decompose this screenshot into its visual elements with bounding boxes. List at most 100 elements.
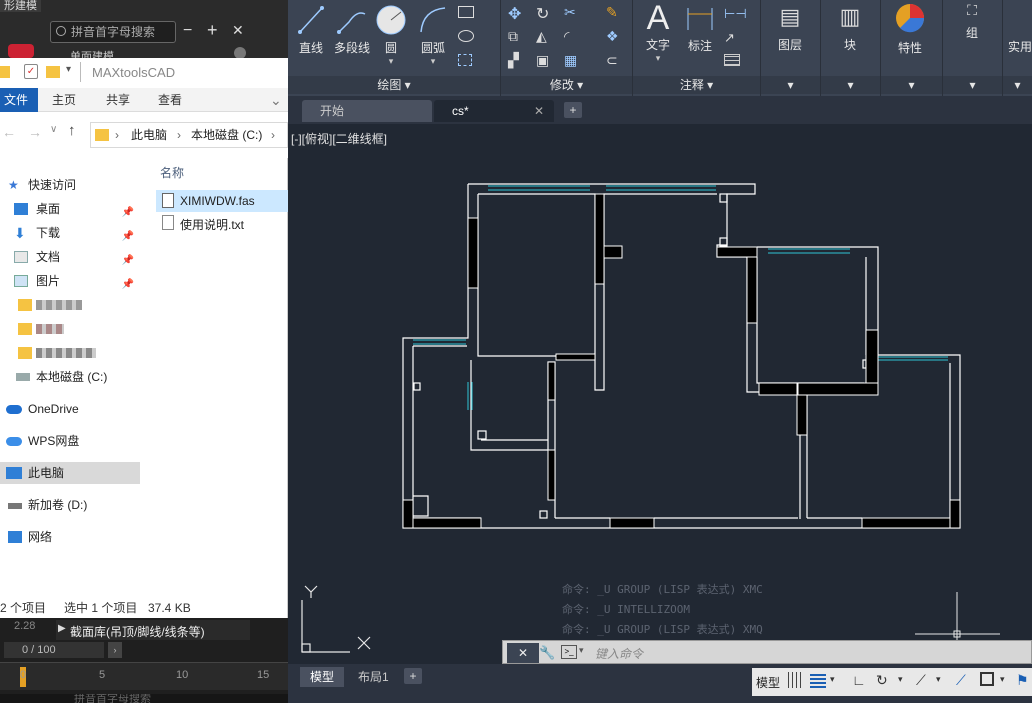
nav-item-this-pc[interactable]: 此电脑 — [0, 462, 140, 484]
chevron-down-icon[interactable]: ▾ — [374, 56, 408, 67]
group-modify[interactable]: 修改 ▾ — [501, 76, 632, 94]
up-icon[interactable]: ↑ — [68, 122, 76, 139]
grid-icon[interactable] — [788, 672, 804, 688]
nav-item-network[interactable]: 网络 — [0, 526, 140, 548]
chevron-down-icon[interactable]: ▾ — [66, 64, 71, 75]
group-layers[interactable]: ▾ — [761, 76, 820, 94]
ortho-icon[interactable]: ∟ — [852, 672, 866, 688]
column-header-name[interactable]: 名称 — [160, 164, 184, 181]
linear-dim-icon[interactable]: ⊢⊣ — [724, 6, 747, 22]
pin-icon[interactable]: 📌 — [122, 226, 134, 248]
tab-layout1[interactable]: 布局1 — [348, 667, 399, 687]
nav-item-folder[interactable] — [0, 318, 140, 340]
osnap-icon[interactable]: ⟋ — [916, 672, 926, 689]
close-icon[interactable]: ✕ — [534, 100, 544, 122]
nav-item-drive-c[interactable]: 本地磁盘 (C:) — [0, 366, 140, 388]
new-tab-button[interactable]: + — [564, 102, 582, 118]
copy-icon[interactable]: ⧉ — [508, 28, 518, 45]
pin-icon[interactable]: 📌 — [122, 250, 134, 272]
group-groups[interactable]: ▾ — [943, 76, 1002, 94]
pin-icon[interactable]: 📌 — [122, 274, 134, 296]
chevron-down-icon[interactable]: ∨ — [50, 124, 57, 135]
group-block[interactable]: ▾ — [821, 76, 880, 94]
offset-icon[interactable]: ⊂ — [606, 52, 618, 69]
tab-home[interactable]: 主页 — [52, 88, 76, 112]
folder-icon[interactable] — [46, 66, 60, 78]
timeline[interactable]: 0 5 10 15 — [0, 662, 288, 690]
chevron-right-icon[interactable]: › — [108, 642, 122, 658]
group-button[interactable]: ⛶ 组 — [950, 2, 994, 41]
nav-item-pictures[interactable]: 图片 📌 — [0, 270, 140, 292]
bottom-search-strip[interactable]: 拼音首字母搜索 — [0, 694, 288, 703]
line-tool-button[interactable]: 直线 — [294, 4, 328, 56]
file-row-selected[interactable]: XIMIWDW.fas — [156, 190, 288, 212]
polar-icon[interactable]: ↻ — [876, 672, 888, 689]
nav-item-drive-d[interactable]: 新加卷 (D:) — [0, 494, 140, 516]
viewport-controls[interactable]: [-][俯视][二维线框] — [291, 130, 387, 147]
close-icon[interactable]: ✕ — [232, 22, 244, 39]
mirror-icon[interactable]: ◭ — [536, 28, 547, 45]
rectangle-icon[interactable] — [458, 6, 474, 18]
group-properties[interactable]: ▾ — [881, 76, 942, 94]
tab-share[interactable]: 共享 — [106, 88, 130, 112]
chevron-down-icon[interactable]: ▾ — [898, 674, 903, 685]
nav-item-wps[interactable]: WPS网盘 — [0, 430, 140, 452]
model-space-toggle[interactable]: 模型 — [756, 674, 780, 691]
scale-icon[interactable]: ▣ — [536, 52, 549, 69]
nav-item-folder[interactable] — [0, 342, 140, 364]
prompt-icon[interactable]: >_ — [561, 645, 577, 659]
snap-icon[interactable] — [810, 672, 826, 688]
back-icon[interactable]: ← — [2, 124, 16, 140]
trim-icon[interactable]: ✂ — [564, 4, 576, 21]
layer-button[interactable]: ▤ 图层 — [768, 4, 812, 53]
nav-item-downloads[interactable]: ⬇ 下载 📌 — [0, 222, 140, 244]
circle-tool-button[interactable]: 圆 ▾ — [374, 4, 408, 67]
chevron-down-icon[interactable]: ▾ — [579, 645, 584, 656]
block-button[interactable]: ▥ 块 — [828, 4, 872, 53]
search-input[interactable]: 拼音首字母搜索 — [50, 21, 176, 43]
forward-icon[interactable]: → — [28, 124, 42, 140]
pin-icon[interactable]: 📌 — [122, 202, 134, 224]
annotation-icon[interactable]: ⚑ — [1016, 672, 1029, 689]
region-icon[interactable] — [458, 54, 472, 66]
breadcrumb[interactable]: › 此电脑 › 本地磁盘 (C:) › — [90, 122, 288, 148]
tab-drawing[interactable]: cs* ✕ — [434, 100, 554, 122]
nav-item-documents[interactable]: 文档 📌 — [0, 246, 140, 268]
tab-start[interactable]: 开始 — [302, 100, 432, 122]
group-draw[interactable]: 绘图 ▾ — [288, 76, 500, 94]
file-row[interactable]: 使用说明.txt — [156, 212, 288, 234]
close-icon[interactable]: ✕ — [507, 643, 539, 663]
selection-cycling-icon[interactable] — [980, 672, 994, 686]
hatch-icon[interactable] — [458, 30, 474, 42]
breadcrumb-item[interactable]: 本地磁盘 (C:) — [191, 123, 262, 147]
properties-button[interactable]: 特性 — [888, 2, 932, 56]
chevron-down-icon[interactable]: ▾ — [936, 674, 941, 685]
stretch-icon[interactable]: ▞ — [508, 52, 519, 69]
frame-counter[interactable]: 0 / 100 — [4, 642, 104, 658]
chevron-down-icon[interactable]: ▾ — [1000, 674, 1005, 685]
new-layout-button[interactable]: + — [404, 668, 422, 684]
dimension-tool-button[interactable]: 标注 — [682, 4, 718, 54]
nav-item-onedrive[interactable]: OneDrive — [0, 398, 140, 420]
utilities-button[interactable]: 实用 — [1008, 38, 1032, 55]
nav-item-quick-access[interactable]: ★ 快速访问 — [0, 174, 140, 196]
checkmark-icon[interactable]: ✓ — [24, 64, 38, 79]
arc-tool-button[interactable]: 圆弧 ▾ — [416, 4, 450, 67]
move-icon[interactable]: ✥ — [508, 4, 521, 24]
wrench-icon[interactable]: 🔧 — [539, 643, 555, 663]
lineweight-icon[interactable]: ⟋ — [956, 672, 966, 689]
text-tool-button[interactable]: A 文字 ▾ — [640, 0, 676, 64]
nav-item-folder[interactable] — [0, 294, 140, 316]
leader-icon[interactable]: ↗ — [724, 30, 735, 46]
chevron-down-icon[interactable]: ▾ — [416, 56, 450, 67]
breadcrumb-item[interactable]: 此电脑 — [131, 123, 167, 147]
command-input[interactable]: 键入命令 — [595, 645, 643, 662]
nav-item-desktop[interactable]: 桌面 📌 — [0, 198, 140, 220]
tab-model[interactable]: 模型 — [300, 667, 345, 687]
rotate-icon[interactable]: ↻ — [536, 4, 549, 24]
minus-icon[interactable]: − — [183, 22, 192, 40]
group-utilities[interactable]: ▾ — [1003, 76, 1032, 94]
fillet-icon[interactable]: ◜ — [564, 28, 569, 45]
plus-icon[interactable]: + — [207, 20, 218, 41]
chevron-down-icon[interactable]: ▾ — [830, 674, 835, 685]
